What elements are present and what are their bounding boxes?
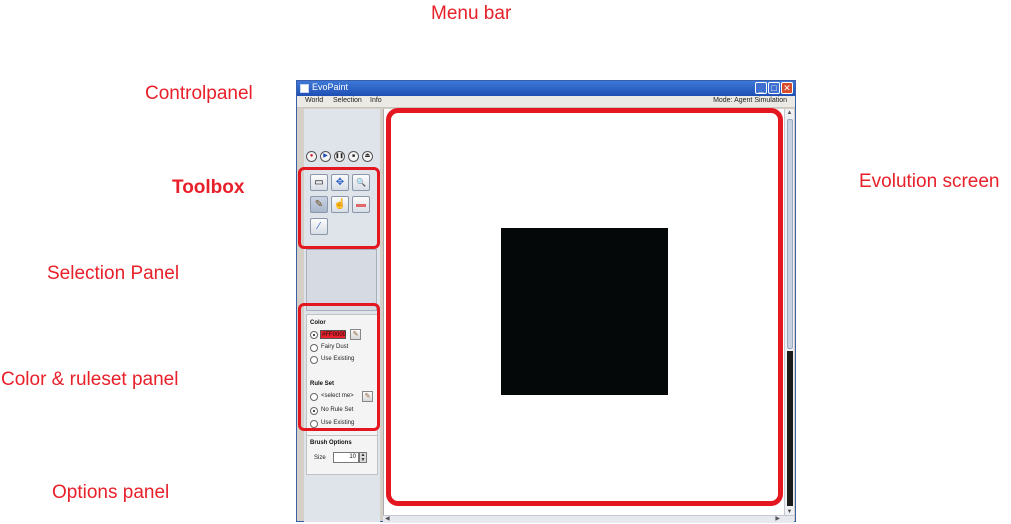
vertical-scroll-thumb[interactable] bbox=[787, 119, 793, 349]
controlpanel-annotation: Controlpanel bbox=[145, 83, 253, 104]
minimize-button[interactable]: _ bbox=[755, 82, 767, 94]
scroll-up-icon[interactable]: ▲ bbox=[785, 109, 794, 117]
pause-button[interactable]: ❚❚ bbox=[334, 151, 345, 162]
color-ruleset-panel-annotation: Color & ruleset panel bbox=[1, 369, 179, 390]
vertical-scrollbar[interactable]: ▲ ▼ bbox=[784, 109, 794, 516]
scroll-right-icon[interactable]: ▶ bbox=[775, 516, 780, 523]
pause-icon: ❚❚ bbox=[335, 153, 344, 159]
stop-button[interactable]: ■ bbox=[348, 151, 359, 162]
record-button[interactable]: ● bbox=[306, 151, 317, 162]
scroll-left-icon[interactable]: ◀ bbox=[385, 516, 390, 523]
play-icon: ▶ bbox=[323, 153, 328, 159]
play-button[interactable]: ▶ bbox=[320, 151, 331, 162]
close-button[interactable]: ✕ bbox=[781, 82, 793, 94]
brush-size-label: Size bbox=[314, 455, 326, 461]
menu-info[interactable]: Info bbox=[370, 97, 382, 104]
maximize-icon: □ bbox=[771, 83, 777, 93]
window-title: EvoPaint bbox=[312, 82, 349, 92]
mode-indicator[interactable]: Mode: Agent Simulation bbox=[713, 97, 787, 104]
options-panel-annotation: Options panel bbox=[52, 482, 170, 503]
minimize-icon: _ bbox=[758, 83, 764, 93]
evolution-screen-highlight bbox=[386, 108, 783, 506]
menu-bar-annotation: Menu bar bbox=[431, 3, 512, 24]
menu-world[interactable]: World bbox=[305, 97, 323, 104]
menu-bar: World Selection Info Mode: Agent Simulat… bbox=[297, 96, 795, 108]
toolbox-annotation: Toolbox bbox=[172, 177, 245, 198]
selection-panel bbox=[306, 249, 377, 311]
selection-panel-annotation: Selection Panel bbox=[47, 263, 180, 284]
brush-size-value: 10 bbox=[349, 454, 356, 460]
eject-button[interactable]: ⏏ bbox=[362, 151, 373, 162]
maximize-button[interactable]: □ bbox=[768, 82, 780, 94]
vertical-scroll-dark-region bbox=[787, 351, 793, 506]
horizontal-scrollbar[interactable]: ◀ ▶ bbox=[383, 515, 794, 523]
stop-icon: ■ bbox=[351, 153, 356, 159]
brush-options-panel: Brush Options Size 10 ▲ ▼ bbox=[306, 435, 378, 475]
title-bar[interactable]: EvoPaint _ □ ✕ bbox=[297, 81, 795, 96]
evolution-screen-annotation: Evolution screen bbox=[859, 171, 1000, 192]
color-ruleset-highlight bbox=[298, 303, 380, 431]
chevron-down-icon: ▼ bbox=[360, 457, 366, 463]
close-icon: ✕ bbox=[783, 83, 791, 93]
record-icon: ● bbox=[309, 153, 314, 159]
brush-options-title: Brush Options bbox=[310, 440, 352, 446]
brush-size-input[interactable]: 10 bbox=[333, 452, 359, 463]
brush-size-stepper[interactable]: ▲ ▼ bbox=[359, 452, 367, 463]
eject-icon: ⏏ bbox=[364, 153, 371, 159]
toolbox-highlight bbox=[298, 167, 380, 249]
app-icon bbox=[300, 84, 309, 93]
menu-selection[interactable]: Selection bbox=[333, 97, 362, 104]
